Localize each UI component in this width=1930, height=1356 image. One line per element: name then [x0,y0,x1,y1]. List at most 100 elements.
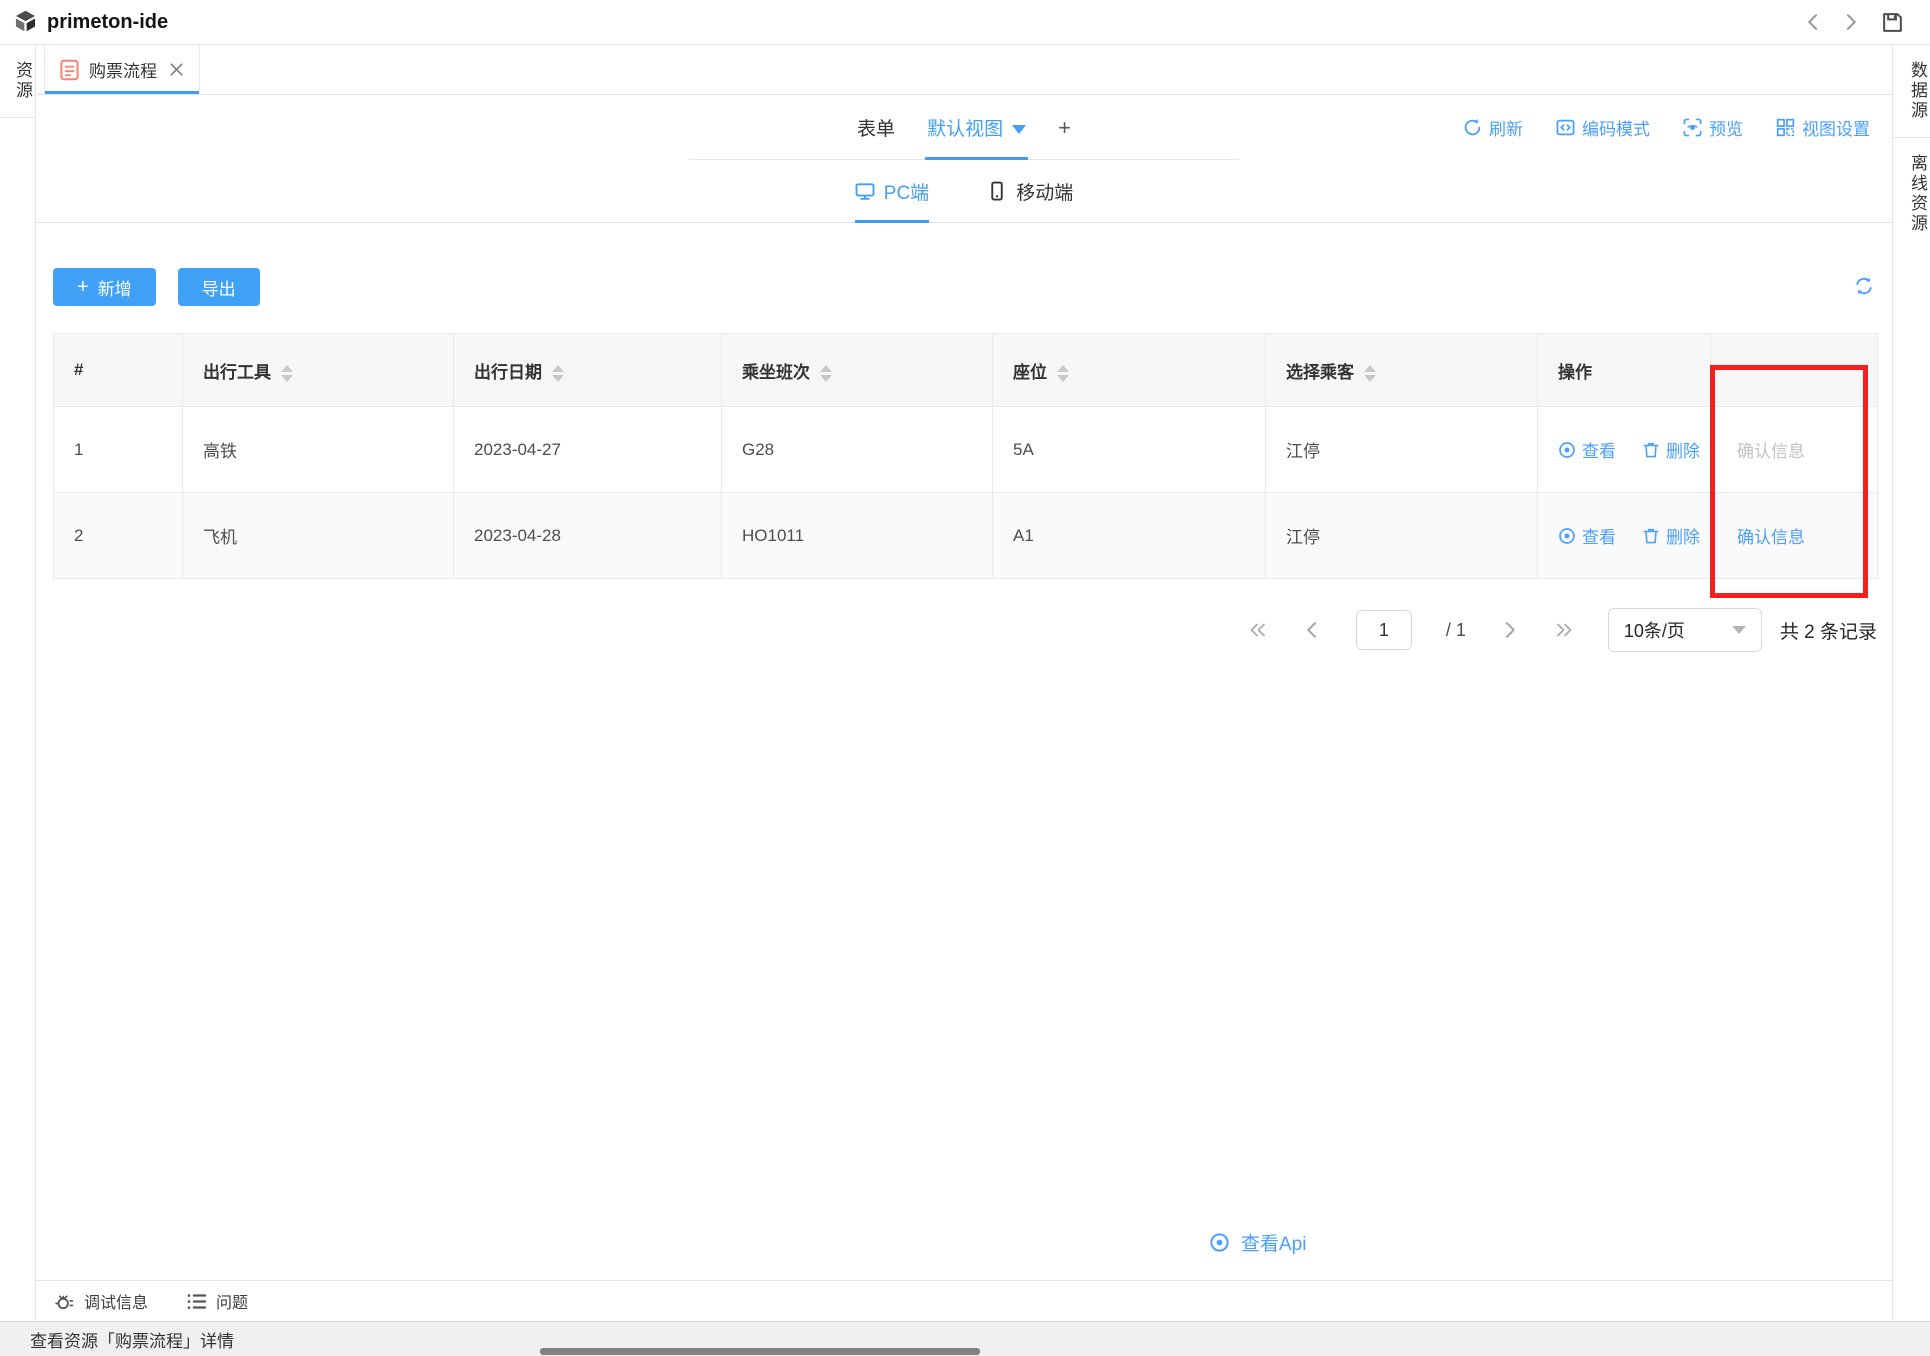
table-row: 2 飞机 2023-04-28 HO1011 A1 江停 [54,493,1878,579]
code-mode-button[interactable]: 编码模式 [1556,115,1650,140]
doc-tab-ticket-flow[interactable]: 购票流程 [44,45,200,94]
right-rail-divider [1893,137,1930,138]
cell-passenger: 江停 [1266,493,1538,579]
view-link[interactable]: 查看 [1558,437,1616,462]
refresh-label: 刷新 [1489,115,1523,140]
col-trip[interactable]: 乘坐班次 [722,334,993,407]
app-logo-icon [12,9,39,36]
device-tabs: PC端 移动端 [36,160,1892,223]
sort-icon[interactable] [281,365,293,382]
right-rail-offline-resources-tab[interactable]: 离线资源 [1893,154,1930,234]
nav-back-icon[interactable] [1803,12,1823,32]
total-records: 共 2 条记录 [1780,617,1877,644]
action-button-row: + 新增 导出 [36,223,1892,306]
next-page-icon[interactable] [1500,620,1520,640]
col-transport[interactable]: 出行工具 [183,334,454,407]
add-button[interactable]: + 新增 [53,268,156,306]
delete-link-label: 删除 [1666,523,1700,548]
left-rail-divider [0,117,35,118]
cell-transport: 飞机 [183,493,454,579]
confirm-info-link[interactable]: 确认信息 [1731,528,1805,547]
cell-trip: HO1011 [722,493,993,579]
app-title: primeton-ide [47,11,168,34]
col-index: # [54,334,183,407]
tab-mobile[interactable]: 移动端 [987,160,1073,222]
tab-pc-label: PC端 [884,178,929,205]
view-link[interactable]: 查看 [1558,523,1616,548]
plus-icon: + [1058,115,1071,141]
preview-button[interactable]: 预览 [1683,115,1743,140]
table-row: 1 高铁 2023-04-27 G28 5A 江停 [54,407,1878,493]
view-tabs: 表单 默认视图 + [857,95,1071,160]
tab-pc[interactable]: PC端 [855,160,929,222]
col-passenger[interactable]: 选择乘客 [1266,334,1538,407]
debug-icon [54,1291,75,1312]
cell-index: 1 [54,407,183,493]
tab-form[interactable]: 表单 [857,95,895,160]
cell-confirm: 确认信息 [1711,407,1878,493]
chevron-down-icon [1732,626,1746,634]
delete-link[interactable]: 删除 [1642,437,1700,462]
cell-trip: G28 [722,407,993,493]
view-settings-icon [1776,118,1795,137]
view-settings-label: 视图设置 [1802,115,1870,140]
statusbar-text: 查看资源「购票流程」详情 [30,1327,234,1352]
last-page-icon[interactable] [1554,620,1574,640]
table-header-row: # 出行工具 出行日期 乘坐班次 座位 选择乘客 操作 [54,334,1878,407]
right-rail: 数据源 离线资源 [1892,45,1930,1321]
left-rail-resources-tab[interactable]: 资源 [0,61,35,101]
first-page-icon[interactable] [1248,620,1268,640]
horizontal-scrollbar-thumb[interactable] [540,1348,980,1355]
prev-page-icon[interactable] [1302,620,1322,640]
add-button-label: 新增 [98,275,132,300]
confirm-info-link: 确认信息 [1731,442,1805,461]
export-button[interactable]: 导出 [178,268,260,306]
tab-default-view[interactable]: 默认视图 [927,95,1026,160]
export-button-label: 导出 [202,275,236,300]
sort-icon[interactable] [820,365,832,382]
sort-icon[interactable] [552,365,564,382]
refresh-icon [1463,118,1482,137]
caret-down-icon[interactable] [1012,125,1026,134]
cell-index: 2 [54,493,183,579]
eye-icon [1558,441,1576,459]
view-toolbar: 刷新 编码模式 预览 [1463,95,1870,160]
page-number-input[interactable] [1356,610,1412,650]
close-icon[interactable] [169,62,184,77]
nav-forward-icon[interactable] [1841,12,1861,32]
content-area: + 新增 导出 [36,223,1892,1280]
cell-date: 2023-04-27 [454,407,722,493]
save-icon[interactable] [1881,11,1904,34]
view-settings-button[interactable]: 视图设置 [1776,115,1870,140]
problems-button[interactable]: 问题 [186,1289,248,1313]
tab-form-label: 表单 [857,114,895,141]
col-date[interactable]: 出行日期 [454,334,722,407]
list-icon [186,1291,207,1312]
problems-label: 问题 [216,1289,248,1313]
cell-operations: 查看 删除 [1538,407,1711,493]
mobile-phone-icon [987,181,1007,201]
tab-default-view-label: 默认视图 [927,114,1003,141]
right-rail-datasource-tab[interactable]: 数据源 [1893,61,1930,121]
page-size-select[interactable]: 10条/页 [1608,608,1762,652]
view-header: 表单 默认视图 + 刷新 [36,95,1892,160]
cell-confirm: 确认信息 [1711,493,1878,579]
delete-link[interactable]: 删除 [1642,523,1700,548]
view-link-label: 查看 [1582,437,1616,462]
sort-icon[interactable] [1364,365,1376,382]
monitor-icon [855,181,875,201]
cell-passenger: 江停 [1266,407,1538,493]
cell-transport: 高铁 [183,407,454,493]
preview-label: 预览 [1709,115,1743,140]
refresh-button[interactable]: 刷新 [1463,115,1523,140]
eye-icon [1558,527,1576,545]
col-seat[interactable]: 座位 [993,334,1266,407]
sort-icon[interactable] [1057,365,1069,382]
add-view-tab-button[interactable]: + [1058,95,1071,160]
debug-info-button[interactable]: 调试信息 [54,1289,148,1313]
view-api-link[interactable]: 查看Api [1209,1229,1306,1256]
col-operations: 操作 [1538,334,1711,407]
delete-link-label: 删除 [1666,437,1700,462]
code-mode-label: 编码模式 [1582,115,1650,140]
table-refresh-icon[interactable] [1854,276,1874,296]
